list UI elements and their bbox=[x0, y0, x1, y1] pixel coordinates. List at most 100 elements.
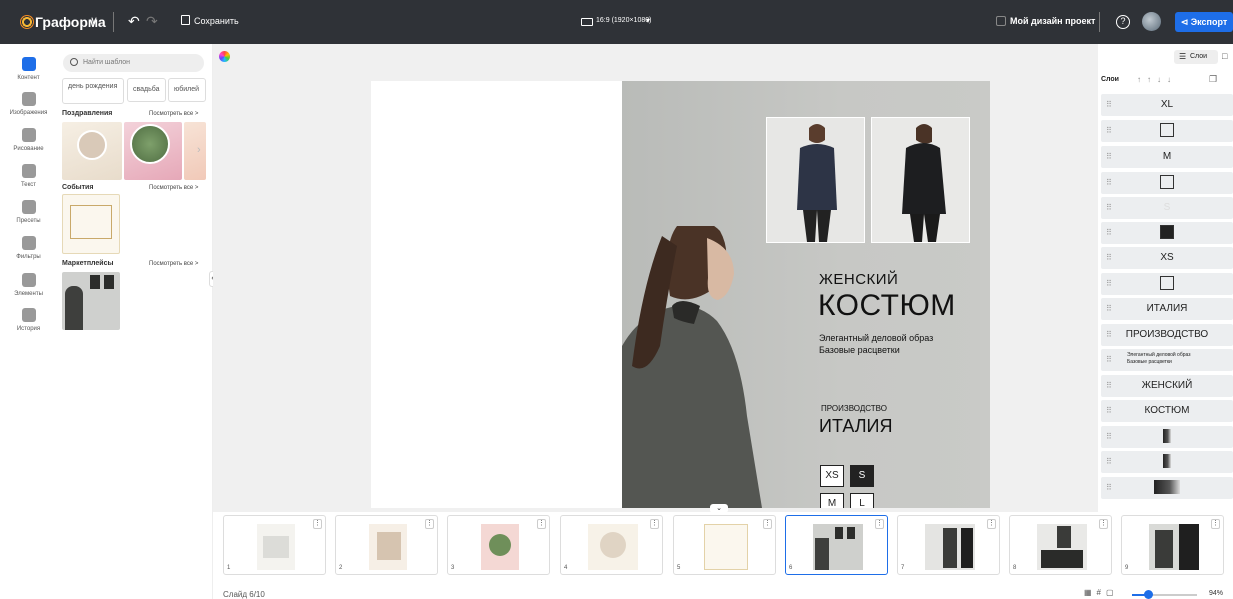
more-icon[interactable]: ⋮ bbox=[1099, 519, 1108, 529]
more-icon[interactable]: ⋮ bbox=[425, 519, 434, 529]
slide-thumb-8[interactable]: 8 ⋮ bbox=[1009, 515, 1112, 575]
more-icon[interactable]: ⋮ bbox=[1211, 519, 1220, 529]
more-icon[interactable]: ⋮ bbox=[313, 519, 322, 529]
layer-item[interactable]: ⠿ bbox=[1101, 273, 1233, 295]
slide-thumb-3[interactable]: 3 ⋮ bbox=[447, 515, 550, 575]
tag-wedding[interactable]: свадьба bbox=[127, 78, 166, 102]
slide-prod-label[interactable]: ПРОИЗВОДСТВО bbox=[821, 404, 887, 413]
photo-front[interactable] bbox=[766, 117, 865, 243]
chevron-right-icon[interactable]: › bbox=[197, 144, 201, 156]
more-icon[interactable]: ⋮ bbox=[987, 519, 996, 529]
layer-order-icons[interactable]: ↑↑↓↓ bbox=[1137, 75, 1177, 84]
drag-handle-icon[interactable]: ⠿ bbox=[1106, 247, 1112, 269]
layer-item[interactable]: ⠿ bbox=[1101, 426, 1233, 448]
slide-prod-value[interactable]: ИТАЛИЯ bbox=[819, 416, 893, 437]
layer-item[interactable]: ⠿ bbox=[1101, 172, 1233, 194]
layer-item[interactable]: ⠿ bbox=[1101, 477, 1233, 499]
size-box-m[interactable]: M bbox=[820, 493, 844, 508]
slide-thumb-7[interactable]: 7 ⋮ bbox=[897, 515, 1000, 575]
drag-handle-icon[interactable]: ⠿ bbox=[1106, 172, 1112, 194]
format-selector[interactable]: 16:9 (1920×1080) bbox=[596, 17, 651, 24]
drag-handle-icon[interactable]: ⠿ bbox=[1106, 298, 1112, 320]
drag-handle-icon[interactable]: ⠿ bbox=[1106, 349, 1112, 371]
layer-item[interactable]: ⠿ bbox=[1101, 120, 1233, 142]
chevron-down-icon[interactable]: ∨ bbox=[90, 14, 98, 27]
screen-format-icon[interactable] bbox=[581, 18, 593, 26]
drag-handle-icon[interactable]: ⠿ bbox=[1106, 477, 1112, 499]
nav-text[interactable]: Текст bbox=[0, 164, 57, 188]
slide-title-line2[interactable]: КОСТЮМ bbox=[818, 289, 956, 323]
layer-item[interactable]: ⠿ КОСТЮМ bbox=[1101, 400, 1233, 422]
help-icon[interactable]: ? bbox=[1116, 15, 1130, 29]
zoom-slider-handle[interactable] bbox=[1144, 590, 1153, 599]
drag-handle-icon[interactable]: ⠿ bbox=[1106, 375, 1112, 397]
slide-thumb-6[interactable]: 6 ⋮ bbox=[785, 515, 888, 575]
view-mode-icons[interactable]: ▦#▢ bbox=[1084, 588, 1119, 597]
drag-handle-icon[interactable]: ⠿ bbox=[1106, 451, 1112, 473]
slide-thumb-4[interactable]: 4 ⋮ bbox=[560, 515, 663, 575]
collapse-filmstrip-icon[interactable]: ⌄ bbox=[710, 504, 728, 513]
search-input[interactable]: Найти шаблон bbox=[63, 54, 204, 72]
caret-down-icon[interactable]: ▾ bbox=[646, 16, 650, 25]
size-box-l[interactable]: L bbox=[850, 493, 874, 508]
redo-icon[interactable]: ↷ bbox=[146, 13, 158, 30]
more-icon[interactable]: ⋮ bbox=[537, 519, 546, 529]
template-thumb[interactable] bbox=[62, 194, 120, 254]
drag-handle-icon[interactable]: ⠿ bbox=[1106, 94, 1112, 116]
see-all-link[interactable]: Посмотреть все > bbox=[149, 111, 198, 117]
layer-item[interactable]: ⠿ ПРОИЗВОДСТВО bbox=[1101, 324, 1233, 346]
slide-canvas[interactable]: ЖЕНСКИЙ КОСТЮМ Элегантный деловой образ … bbox=[371, 81, 990, 508]
layer-item[interactable]: ⠿ XL bbox=[1101, 94, 1233, 116]
drag-handle-icon[interactable]: ⠿ bbox=[1106, 120, 1112, 142]
more-icon[interactable]: ⋮ bbox=[650, 519, 659, 529]
save-button[interactable]: Сохранить bbox=[194, 16, 239, 26]
color-wheel-icon[interactable] bbox=[219, 51, 230, 62]
comment-icon[interactable]: □ bbox=[1222, 51, 1227, 61]
drag-handle-icon[interactable]: ⠿ bbox=[1106, 197, 1112, 219]
drag-handle-icon[interactable]: ⠿ bbox=[1106, 273, 1112, 295]
export-button[interactable]: ⊲ Экспорт bbox=[1175, 12, 1233, 32]
slide-title-line1[interactable]: ЖЕНСКИЙ bbox=[819, 271, 898, 288]
template-thumb[interactable] bbox=[62, 272, 120, 330]
layer-item[interactable]: ⠿ Элегантный деловой образ Базовые расцве… bbox=[1101, 349, 1233, 371]
layer-item[interactable]: ⠿ XS bbox=[1101, 247, 1233, 269]
see-all-link[interactable]: Посмотреть все > bbox=[149, 261, 198, 267]
template-thumb[interactable] bbox=[124, 122, 182, 180]
tag-birthday[interactable]: день рождения bbox=[62, 78, 124, 104]
slide-desc-line2[interactable]: Базовые расцветки bbox=[819, 345, 900, 355]
slide-desc-line1[interactable]: Элегантный деловой образ bbox=[819, 333, 933, 343]
layer-item[interactable]: ⠿ bbox=[1101, 451, 1233, 473]
see-all-link[interactable]: Посмотреть все > bbox=[149, 185, 198, 191]
nav-draw[interactable]: Рисование bbox=[0, 128, 57, 152]
avatar[interactable] bbox=[1142, 12, 1161, 31]
slide-thumb-9[interactable]: 9 ⋮ bbox=[1121, 515, 1224, 575]
layer-item[interactable]: ⠿ bbox=[1101, 222, 1233, 244]
tag-anniversary[interactable]: юбилей bbox=[168, 78, 206, 102]
nav-content[interactable]: Контент bbox=[0, 57, 57, 81]
nav-images[interactable]: Изображения bbox=[0, 92, 57, 116]
save-icon[interactable] bbox=[181, 15, 190, 25]
template-thumb[interactable] bbox=[184, 122, 206, 180]
drag-handle-icon[interactable]: ⠿ bbox=[1106, 146, 1112, 168]
undo-icon[interactable]: ↶ bbox=[128, 13, 140, 30]
drag-handle-icon[interactable]: ⠿ bbox=[1106, 400, 1112, 422]
drag-handle-icon[interactable]: ⠿ bbox=[1106, 426, 1112, 448]
project-title[interactable]: Мой дизайн проект bbox=[1010, 16, 1095, 26]
slide-thumb-2[interactable]: 2 ⋮ bbox=[335, 515, 438, 575]
project-checkbox[interactable] bbox=[996, 16, 1006, 26]
nav-filters[interactable]: Фильтры bbox=[0, 236, 57, 260]
layer-item[interactable]: ⠿ ИТАЛИЯ bbox=[1101, 298, 1233, 320]
nav-history[interactable]: История bbox=[0, 308, 57, 332]
template-thumb[interactable] bbox=[62, 122, 122, 180]
nav-presets[interactable]: Пресеты bbox=[0, 200, 57, 224]
layer-item[interactable]: ⠿ M bbox=[1101, 146, 1233, 168]
duplicate-icon[interactable]: ❐ bbox=[1209, 74, 1217, 85]
layer-item[interactable]: ⠿ ЖЕНСКИЙ bbox=[1101, 375, 1233, 397]
drag-handle-icon[interactable]: ⠿ bbox=[1106, 222, 1112, 244]
slide-thumb-1[interactable]: 1 ⋮ bbox=[223, 515, 326, 575]
nav-elements[interactable]: Элементы bbox=[0, 273, 57, 297]
slide-thumb-5[interactable]: 5 ⋮ bbox=[673, 515, 776, 575]
size-box-xs[interactable]: XS bbox=[820, 465, 844, 487]
drag-handle-icon[interactable]: ⠿ bbox=[1106, 324, 1112, 346]
more-icon[interactable]: ⋮ bbox=[875, 519, 884, 529]
